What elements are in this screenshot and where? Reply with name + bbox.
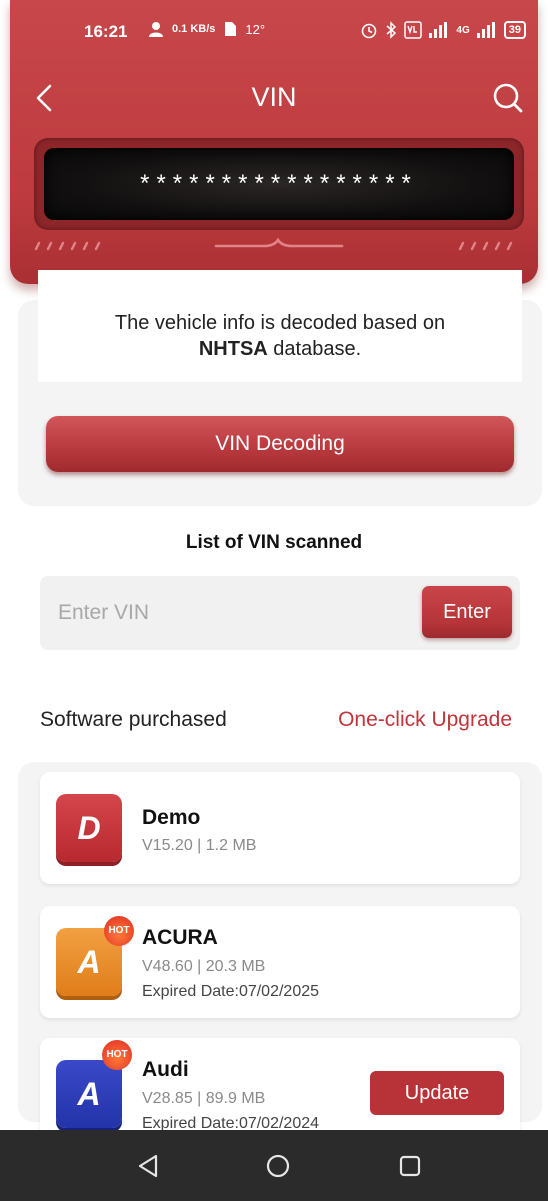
software-purchased-title: Software purchased (40, 708, 227, 731)
hot-badge: HOT (104, 916, 134, 946)
vin-input-container: Enter (40, 576, 520, 650)
software-item-acura[interactable]: A HOT ACURA V48.60 | 20.3 MB Expired Dat… (40, 906, 520, 1018)
volte-icon (404, 21, 423, 39)
nav-home-icon[interactable] (264, 1152, 292, 1180)
vin-decoding-button[interactable]: VIN Decoding (46, 416, 514, 472)
info-receipt: The vehicle info is decoded based on NHT… (38, 270, 522, 382)
software-name: ACURA (142, 926, 218, 949)
software-meta: V48.60 | 20.3 MB (142, 958, 266, 975)
software-name: Audi (142, 1058, 189, 1081)
enter-button[interactable]: Enter (422, 586, 512, 638)
page-title: VIN (251, 82, 297, 112)
nav-back-icon[interactable] (134, 1152, 162, 1180)
update-button[interactable]: Update (370, 1071, 504, 1115)
hot-badge: HOT (102, 1040, 132, 1070)
signal-icon (429, 22, 448, 38)
software-name: Demo (142, 806, 201, 829)
vin-display-screen: ***************** (44, 148, 514, 220)
nav-recent-apps-icon[interactable] (397, 1153, 423, 1179)
info-text-line2: database. (267, 338, 362, 360)
alarm-icon (362, 23, 377, 39)
battery-icon: 39 (503, 21, 526, 39)
system-navigation-bar (0, 1130, 548, 1201)
signal-icon-2 (476, 22, 495, 38)
audi-app-icon: A (56, 1060, 122, 1128)
receipt-torn-edge (38, 372, 522, 381)
status-bar: 16:21 0.1 KB/s 12° 4G 39 (0, 18, 548, 48)
one-click-upgrade-link[interactable]: One-click Upgrade (338, 708, 512, 732)
software-meta: V28.85 | 89.9 MB (142, 1090, 266, 1107)
software-meta: V15.20 | 1.2 MB (142, 837, 257, 854)
vin-value: ***************** (140, 170, 418, 197)
nav-bar: VIN (0, 76, 548, 120)
bluetooth-icon (386, 21, 397, 39)
temperature: 12° (245, 21, 266, 37)
status-left-icons: 0.1 KB/s 12° (148, 21, 265, 37)
demo-app-icon: D (56, 794, 122, 862)
status-right-icons: 4G 39 (360, 21, 526, 39)
vin-display: ***************** (34, 138, 524, 230)
person-icon (149, 22, 163, 37)
vin-input[interactable] (56, 594, 400, 632)
software-item-demo[interactable]: D Demo V15.20 | 1.2 MB (40, 772, 520, 884)
info-text-line1: The vehicle info is decoded based on (114, 312, 446, 334)
network-type: 4G (456, 24, 470, 36)
info-database-name: NHTSA (198, 338, 268, 360)
software-expired-date: Expired Date:07/02/2025 (142, 983, 320, 1000)
vin-screen: 16:21 0.1 KB/s 12° 4G 39 VIN ***********… (0, 0, 548, 1201)
sim-icon (225, 22, 237, 36)
header-grille-decoration (34, 237, 513, 251)
net-speed: 0.1 KB/s (172, 23, 216, 35)
info-text: The vehicle info is decoded based on NHT… (38, 310, 522, 362)
status-time: 16:21 (84, 22, 128, 41)
search-icon[interactable] (488, 78, 528, 118)
vin-list-title: List of VIN scanned (185, 532, 363, 553)
